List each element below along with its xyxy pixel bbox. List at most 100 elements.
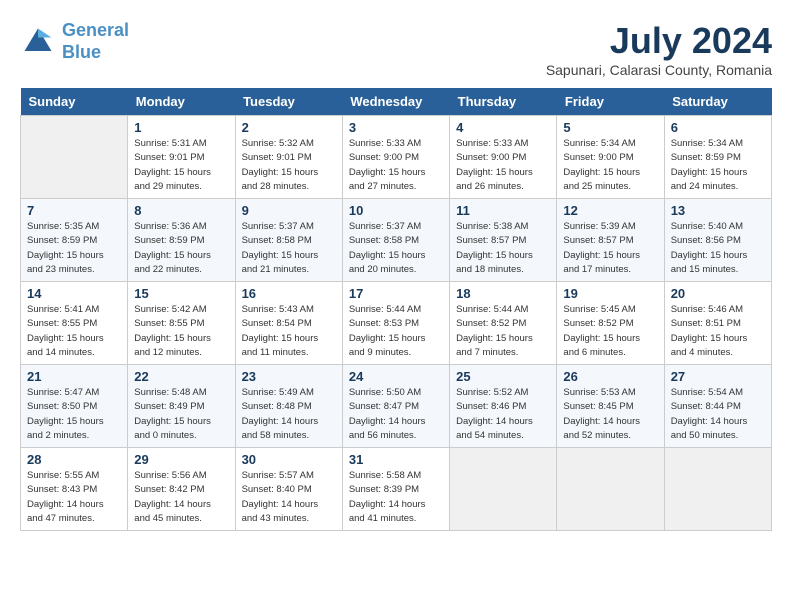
calendar-cell: 2 Sunrise: 5:32 AM Sunset: 9:01 PM Daylig… — [235, 116, 342, 199]
calendar-cell: 20 Sunrise: 5:46 AM Sunset: 8:51 PM Dayli… — [664, 282, 771, 365]
calendar-cell: 12 Sunrise: 5:39 AM Sunset: 8:57 PM Dayli… — [557, 199, 664, 282]
day-number: 3 — [349, 120, 443, 135]
calendar-cell: 11 Sunrise: 5:38 AM Sunset: 8:57 PM Dayli… — [450, 199, 557, 282]
calendar-cell: 28 Sunrise: 5:55 AM Sunset: 8:43 PM Dayli… — [21, 448, 128, 531]
day-info: Sunrise: 5:48 AM Sunset: 8:49 PM Dayligh… — [134, 386, 228, 443]
day-info: Sunrise: 5:42 AM Sunset: 8:55 PM Dayligh… — [134, 303, 228, 360]
page-header: General Blue July 2024 Sapunari, Calaras… — [20, 20, 772, 78]
day-info: Sunrise: 5:55 AM Sunset: 8:43 PM Dayligh… — [27, 469, 121, 526]
day-info: Sunrise: 5:54 AM Sunset: 8:44 PM Dayligh… — [671, 386, 765, 443]
calendar-week-row: 1 Sunrise: 5:31 AM Sunset: 9:01 PM Daylig… — [21, 116, 772, 199]
calendar-cell — [664, 448, 771, 531]
day-info: Sunrise: 5:31 AM Sunset: 9:01 PM Dayligh… — [134, 137, 228, 194]
calendar-cell: 17Sunrise: 5:44 AM Sunset: 8:53 PM Dayli… — [342, 282, 449, 365]
calendar-cell — [21, 116, 128, 199]
day-number: 16 — [242, 286, 336, 301]
day-info: Sunrise: 5:32 AM Sunset: 9:01 PM Dayligh… — [242, 137, 336, 194]
day-number: 24 — [349, 369, 443, 384]
day-number: 14 — [27, 286, 121, 301]
location: Sapunari, Calarasi County, Romania — [546, 62, 772, 78]
calendar-cell: 10 Sunrise: 5:37 AM Sunset: 8:58 PM Dayli… — [342, 199, 449, 282]
day-number: 2 — [242, 120, 336, 135]
day-info: Sunrise: 5:43 AM Sunset: 8:54 PM Dayligh… — [242, 303, 336, 360]
calendar-cell: 13 Sunrise: 5:40 AM Sunset: 8:56 PM Dayli… — [664, 199, 771, 282]
day-number: 13 — [671, 203, 765, 218]
calendar-cell: 9Sunrise: 5:37 AM Sunset: 8:58 PM Daylig… — [235, 199, 342, 282]
day-info: Sunrise: 5:38 AM Sunset: 8:57 PM Dayligh… — [456, 220, 550, 277]
day-info: Sunrise: 5:33 AM Sunset: 9:00 PM Dayligh… — [349, 137, 443, 194]
day-info: Sunrise: 5:40 AM Sunset: 8:56 PM Dayligh… — [671, 220, 765, 277]
calendar-cell — [450, 448, 557, 531]
day-info: Sunrise: 5:35 AM Sunset: 8:59 PM Dayligh… — [27, 220, 121, 277]
day-info: Sunrise: 5:50 AM Sunset: 8:47 PM Dayligh… — [349, 386, 443, 443]
day-number: 6 — [671, 120, 765, 135]
day-info: Sunrise: 5:45 AM Sunset: 8:52 PM Dayligh… — [563, 303, 657, 360]
day-number: 25 — [456, 369, 550, 384]
day-info: Sunrise: 5:47 AM Sunset: 8:50 PM Dayligh… — [27, 386, 121, 443]
day-number: 29 — [134, 452, 228, 467]
calendar-cell: 18 Sunrise: 5:44 AM Sunset: 8:52 PM Dayli… — [450, 282, 557, 365]
day-number: 26 — [563, 369, 657, 384]
day-info: Sunrise: 5:56 AM Sunset: 8:42 PM Dayligh… — [134, 469, 228, 526]
calendar-cell: 22 Sunrise: 5:48 AM Sunset: 8:49 PM Dayli… — [128, 365, 235, 448]
day-number: 22 — [134, 369, 228, 384]
day-number: 4 — [456, 120, 550, 135]
day-number: 28 — [27, 452, 121, 467]
title-block: July 2024 Sapunari, Calarasi County, Rom… — [546, 20, 772, 78]
day-number: 11 — [456, 203, 550, 218]
calendar-cell: 4Sunrise: 5:33 AM Sunset: 9:00 PM Daylig… — [450, 116, 557, 199]
day-number: 30 — [242, 452, 336, 467]
calendar-cell: 21 Sunrise: 5:47 AM Sunset: 8:50 PM Dayli… — [21, 365, 128, 448]
calendar-cell: 30 Sunrise: 5:57 AM Sunset: 8:40 PM Dayli… — [235, 448, 342, 531]
weekday-header: Saturday — [664, 88, 771, 116]
calendar-week-row: 28 Sunrise: 5:55 AM Sunset: 8:43 PM Dayli… — [21, 448, 772, 531]
day-info: Sunrise: 5:34 AM Sunset: 9:00 PM Dayligh… — [563, 137, 657, 194]
calendar-cell: 23 Sunrise: 5:49 AM Sunset: 8:48 PM Dayli… — [235, 365, 342, 448]
weekday-header: Thursday — [450, 88, 557, 116]
day-number: 18 — [456, 286, 550, 301]
month-title: July 2024 — [546, 20, 772, 62]
day-info: Sunrise: 5:52 AM Sunset: 8:46 PM Dayligh… — [456, 386, 550, 443]
day-number: 15 — [134, 286, 228, 301]
calendar-cell — [557, 448, 664, 531]
calendar-cell: 5 Sunrise: 5:34 AM Sunset: 9:00 PM Daylig… — [557, 116, 664, 199]
day-info: Sunrise: 5:34 AM Sunset: 8:59 PM Dayligh… — [671, 137, 765, 194]
day-number: 12 — [563, 203, 657, 218]
weekday-header: Tuesday — [235, 88, 342, 116]
day-info: Sunrise: 5:44 AM Sunset: 8:52 PM Dayligh… — [456, 303, 550, 360]
day-number: 1 — [134, 120, 228, 135]
calendar-week-row: 21 Sunrise: 5:47 AM Sunset: 8:50 PM Dayli… — [21, 365, 772, 448]
day-number: 17 — [349, 286, 443, 301]
day-info: Sunrise: 5:41 AM Sunset: 8:55 PM Dayligh… — [27, 303, 121, 360]
day-number: 10 — [349, 203, 443, 218]
day-info: Sunrise: 5:49 AM Sunset: 8:48 PM Dayligh… — [242, 386, 336, 443]
day-number: 5 — [563, 120, 657, 135]
logo-line2: Blue — [62, 42, 101, 62]
day-info: Sunrise: 5:39 AM Sunset: 8:57 PM Dayligh… — [563, 220, 657, 277]
logo: General Blue — [20, 20, 129, 63]
weekday-header: Monday — [128, 88, 235, 116]
calendar-cell: 14 Sunrise: 5:41 AM Sunset: 8:55 PM Dayli… — [21, 282, 128, 365]
weekday-header: Wednesday — [342, 88, 449, 116]
logo-line1: General — [62, 20, 129, 40]
day-number: 27 — [671, 369, 765, 384]
weekday-header: Friday — [557, 88, 664, 116]
logo-text: General Blue — [62, 20, 129, 63]
weekday-header: Sunday — [21, 88, 128, 116]
day-number: 20 — [671, 286, 765, 301]
calendar-cell: 25 Sunrise: 5:52 AM Sunset: 8:46 PM Dayli… — [450, 365, 557, 448]
weekday-header-row: SundayMondayTuesdayWednesdayThursdayFrid… — [21, 88, 772, 116]
day-info: Sunrise: 5:37 AM Sunset: 8:58 PM Dayligh… — [349, 220, 443, 277]
day-number: 19 — [563, 286, 657, 301]
day-number: 7 — [27, 203, 121, 218]
calendar-cell: 16 Sunrise: 5:43 AM Sunset: 8:54 PM Dayli… — [235, 282, 342, 365]
day-info: Sunrise: 5:57 AM Sunset: 8:40 PM Dayligh… — [242, 469, 336, 526]
day-number: 23 — [242, 369, 336, 384]
calendar-cell: 8Sunrise: 5:36 AM Sunset: 8:59 PM Daylig… — [128, 199, 235, 282]
day-number: 9 — [242, 203, 336, 218]
calendar-table: SundayMondayTuesdayWednesdayThursdayFrid… — [20, 88, 772, 531]
day-number: 21 — [27, 369, 121, 384]
day-info: Sunrise: 5:46 AM Sunset: 8:51 PM Dayligh… — [671, 303, 765, 360]
calendar-cell: 31Sunrise: 5:58 AM Sunset: 8:39 PM Dayli… — [342, 448, 449, 531]
calendar-week-row: 14 Sunrise: 5:41 AM Sunset: 8:55 PM Dayli… — [21, 282, 772, 365]
